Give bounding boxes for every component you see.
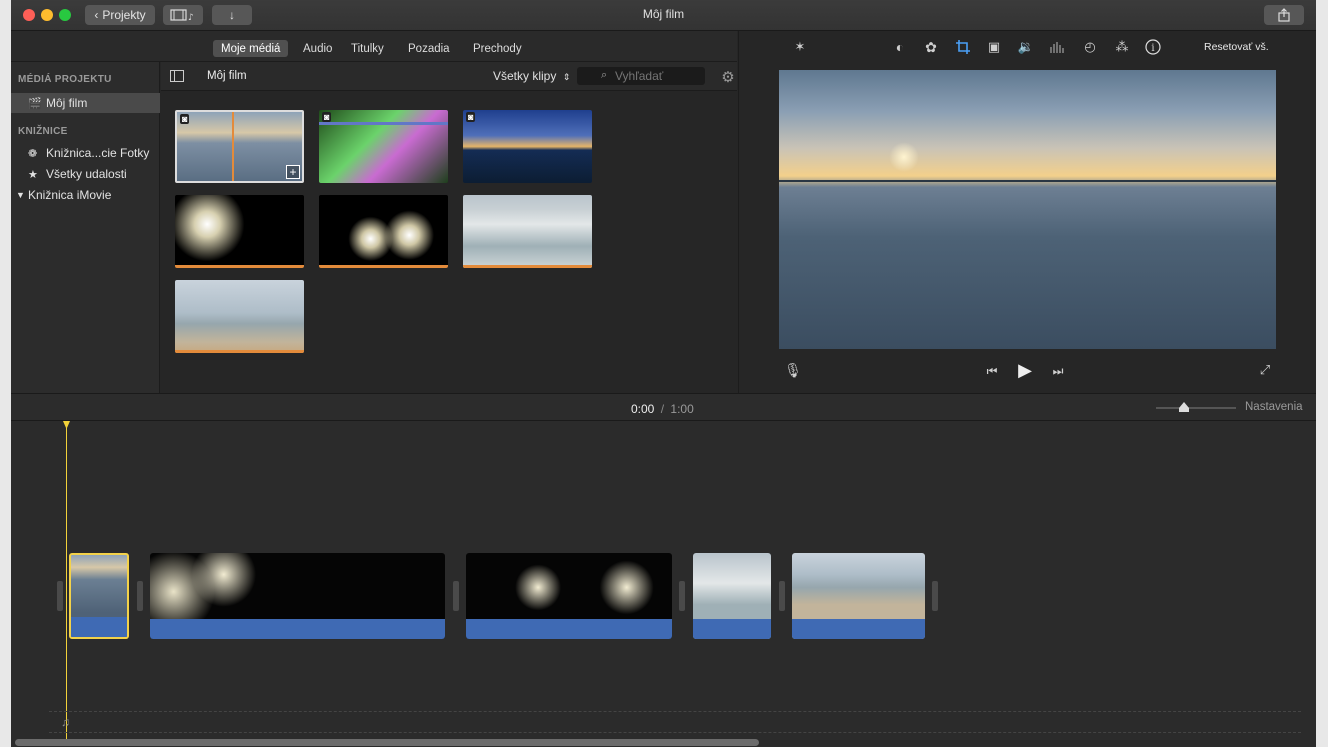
libraries-header: KNIŽNICE [18,126,68,137]
settings-gear-icon[interactable]: ⚙ [719,68,737,86]
timeline-header: 0:00 / 1:00 Nastavenia [11,393,1316,421]
timeline-clip-fireworks-2[interactable] [466,553,672,639]
timeline-clip-beach[interactable] [69,553,129,639]
playhead[interactable] [66,421,67,741]
sidebar-item-all-events[interactable]: ★ Všetky udalosti [11,164,160,184]
zoom-slider-knob[interactable] [1179,402,1189,412]
clapper-icon: 🎬 [28,97,42,110]
media-browser: Môj film Všetky klipy ⇕ ⌕ ⚙ ◙ + ◙ ◙ [161,62,737,393]
svg-text:i: i [1151,43,1154,54]
browser-toolbar: Môj film Všetky klipy ⇕ ⌕ ⚙ [161,62,737,91]
media-thumbnail-concert[interactable]: ◙ [319,110,448,183]
timeline-clip-waves[interactable] [693,553,771,639]
media-tabs-bar: Moje médiá Audio Titulky Pozadia Prechod… [11,31,737,62]
sidebar-item-label: Knižnica...cie Fotky [46,146,150,160]
media-thumbnail-beach-sunset[interactable]: ◙ + [175,110,304,183]
library-sidebar: MÉDIÁ PROJEKTU 🎬 Môj film KNIŽNICE ❁ Kni… [11,62,160,393]
transition-handle[interactable] [932,581,938,611]
browser-title: Môj film [207,70,247,82]
disclosure-triangle-icon[interactable]: ▼ [16,190,26,200]
search-input[interactable] [615,68,701,84]
sidebar-item-my-film[interactable]: 🎬 Môj film [11,93,160,113]
viewer-panel: ✶ ◐ ✿ ▣ 🔉 ◴ ⁂ i Resetovať vš. 🎙 ⏮ ▶ ⏭ ⤢ [738,31,1316,393]
transition-handle[interactable] [679,581,685,611]
media-thumbnail-waves[interactable] [463,195,592,268]
volume-icon[interactable]: 🔉 [1017,38,1035,56]
music-note-icon: ♫ [61,715,70,729]
add-to-timeline-icon[interactable]: + [286,165,300,179]
sidebar-item-label: Knižnica iMovie [28,188,112,202]
zoom-slider[interactable] [1156,402,1236,412]
chevron-updown-icon: ⇕ [562,72,571,82]
search-field[interactable]: ⌕ [577,67,705,85]
timeline-clip-beach-walk[interactable] [792,553,925,639]
clip-filter-dropdown[interactable]: Všetky klipy ⇕ [493,69,570,83]
transition-handle[interactable] [57,581,63,611]
timecode: 0:00 / 1:00 [631,402,694,416]
magic-wand-icon[interactable]: ✶ [791,38,809,56]
media-thumbnail-fireworks-1[interactable] [175,195,304,268]
sidebar-item-label: Všetky udalosti [46,167,127,181]
window-title: Môj film [642,7,685,21]
audio-track [150,619,445,639]
media-thumbnail-fireworks-2[interactable] [319,195,448,268]
music-track[interactable]: ♫ [49,711,1301,733]
noise-reduction-icon[interactable] [1049,38,1067,56]
transition-handle[interactable] [137,581,143,611]
clip-filter-value: Všetky klipy [493,69,557,83]
crop-icon[interactable] [954,38,972,56]
skip-back-icon[interactable]: ⏮ [983,362,1001,380]
media-thumbnail-coast-dusk[interactable]: ◙ [463,110,592,183]
timeline-clip-fireworks-1[interactable] [150,553,445,639]
tab-backgrounds[interactable]: Pozadia [408,40,450,57]
stabilization-icon[interactable]: ▣ [985,38,1003,56]
media-thumbnail-beach-walk[interactable] [175,280,304,353]
sidebar-toggle-icon[interactable] [169,69,185,83]
tab-transitions[interactable]: Prechody [473,40,522,57]
camera-icon: ◙ [322,112,332,122]
fullscreen-icon[interactable]: ⤢ [1256,361,1274,379]
speed-icon[interactable]: ◴ [1081,38,1099,56]
timeline: ♫ [11,421,1316,747]
tab-audio[interactable]: Audio [303,40,332,57]
total-time: 1:00 [670,402,694,416]
imovie-window: ‹ Projekty ♪ ↓ Môj film Moje médiá Audio… [11,0,1316,747]
share-icon [1278,8,1290,22]
audio-track [71,617,127,637]
time-separator: / [660,402,665,416]
sidebar-item-photos-library[interactable]: ❁ Knižnica...cie Fotky [11,143,160,163]
microphone-icon[interactable]: 🎙 [784,361,802,379]
transition-handle[interactable] [453,581,459,611]
current-time: 0:00 [631,402,655,416]
photos-icon: ❁ [28,147,38,160]
tab-titles[interactable]: Titulky [351,40,384,57]
color-balance-icon[interactable]: ◐ [891,38,909,56]
reset-all-button[interactable]: Resetovať vš. [1204,41,1269,53]
sidebar-item-label: Môj film [46,96,88,110]
title-bar: ‹ Projekty ♪ ↓ Môj film [11,0,1316,31]
transition-handle[interactable] [779,581,785,611]
audio-track [693,619,771,639]
color-correction-icon[interactable]: ✿ [922,38,940,56]
skip-forward-icon[interactable]: ⏭ [1049,362,1067,380]
info-icon[interactable]: i [1144,38,1162,56]
audio-track [792,619,925,639]
play-icon[interactable]: ▶ [1014,359,1036,381]
project-media-header: MÉDIÁ PROJEKTU [18,74,112,85]
sidebar-item-imovie-library[interactable]: ▼ Knižnica iMovie [11,185,160,205]
video-preview [779,70,1276,349]
camera-icon: ◙ [466,112,476,122]
clip-filter-icon[interactable]: ⁂ [1113,38,1131,56]
tab-my-media[interactable]: Moje médiá [213,40,289,57]
playhead-marker[interactable] [63,421,70,429]
camera-icon: ◙ [180,114,190,124]
audio-track [466,619,672,639]
timeline-settings-button[interactable]: Nastavenia [1245,401,1303,413]
star-icon: ★ [28,168,38,181]
share-button[interactable] [1264,5,1304,25]
search-icon: ⌕ [601,69,608,81]
horizontal-scrollbar[interactable] [15,739,759,746]
